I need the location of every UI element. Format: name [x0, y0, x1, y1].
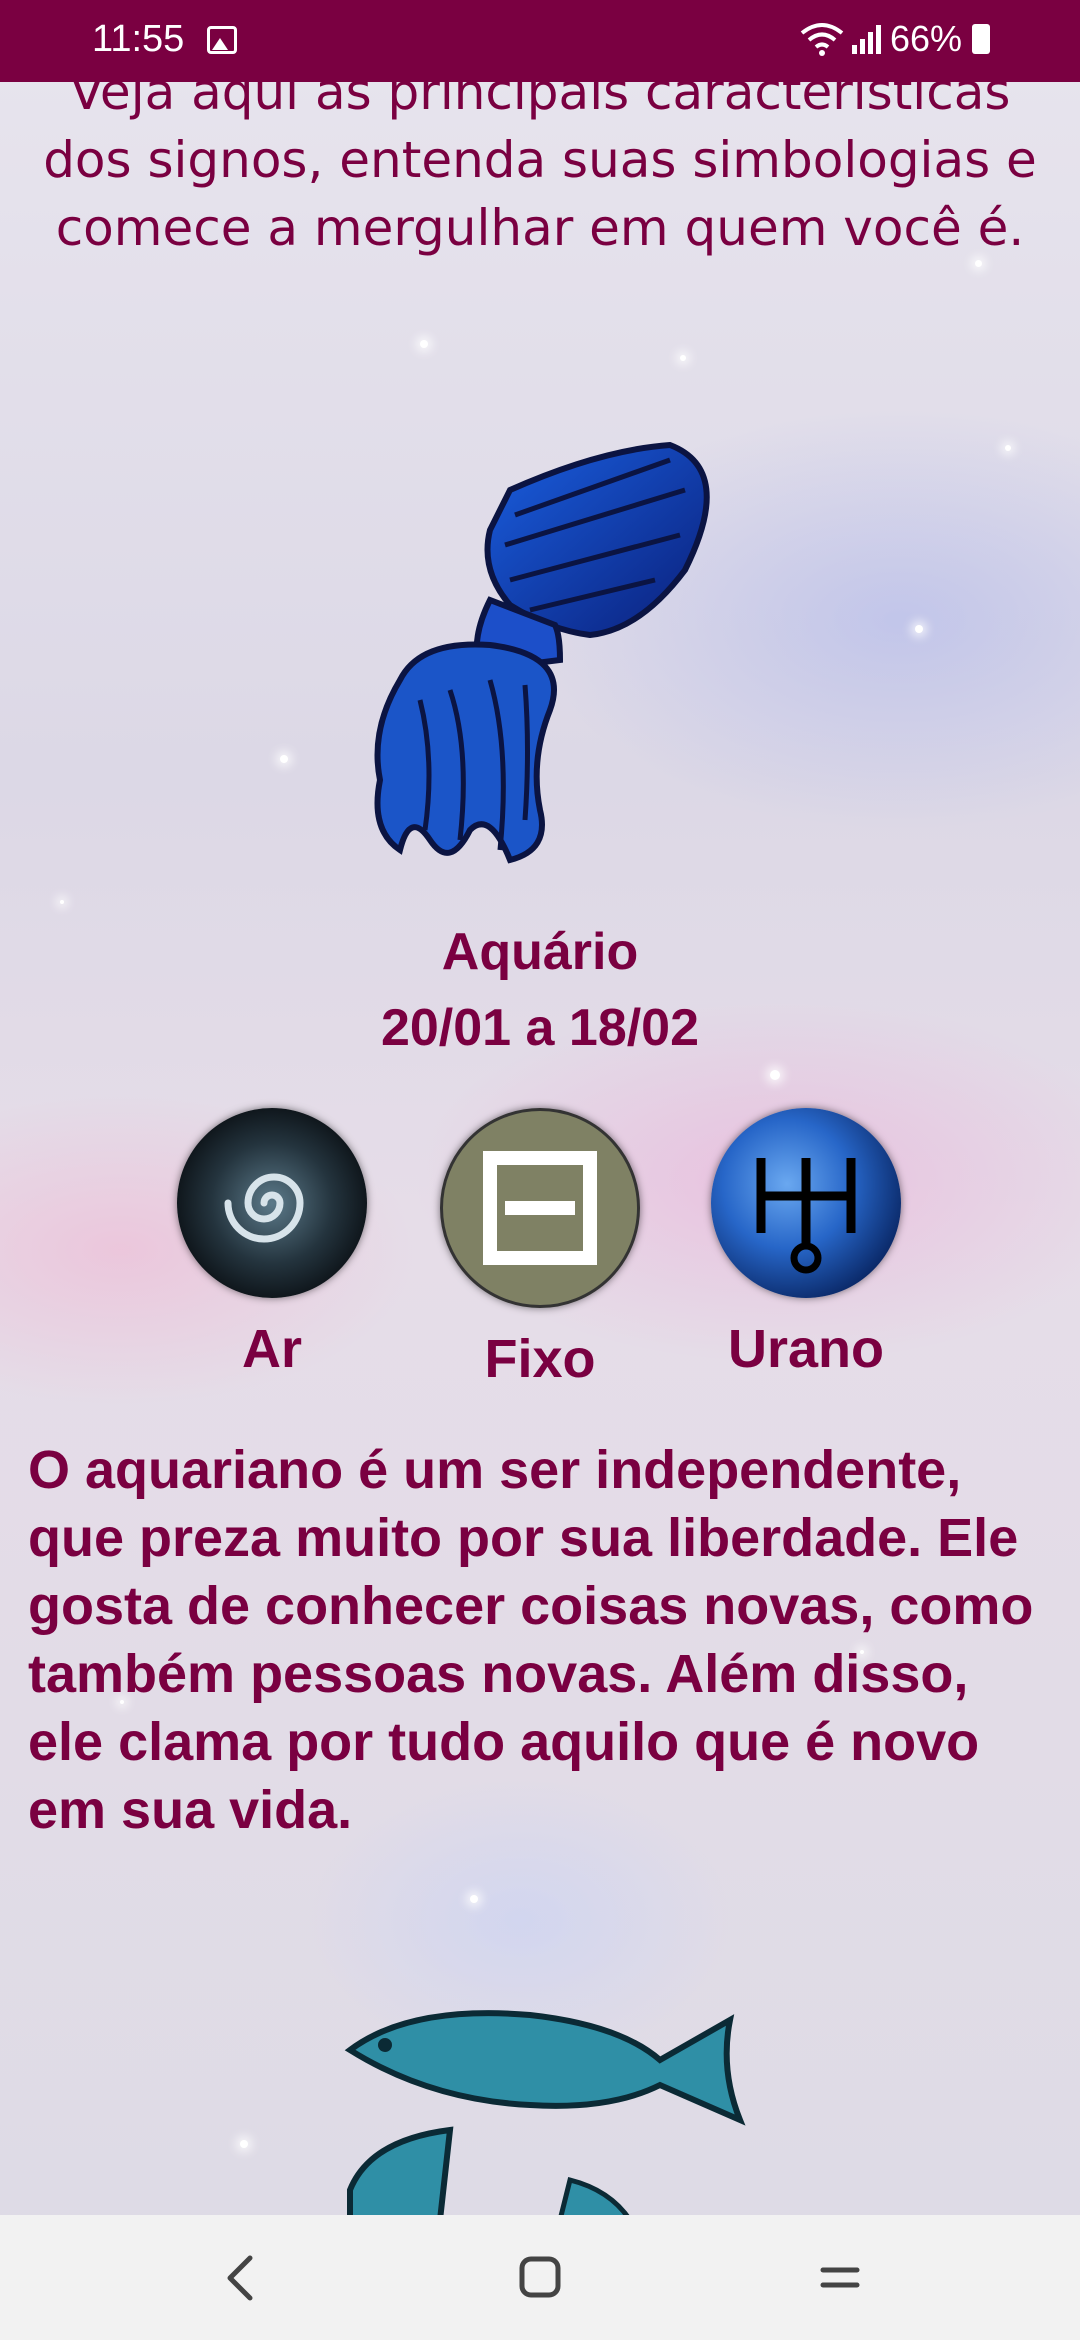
modality-attribute[interactable]: Fixo [430, 1108, 650, 1390]
intro-text: Veja aqui as principais características … [43, 63, 1037, 257]
uranus-planet-icon [711, 1108, 901, 1298]
status-time: 11:55 [92, 18, 185, 60]
battery-icon [972, 24, 990, 54]
status-bar: 11:55 66% [0, 0, 1080, 82]
star [1005, 445, 1011, 451]
star [60, 900, 64, 904]
battery-percent: 66% [889, 18, 962, 59]
element-attribute[interactable]: Ar [162, 1108, 382, 1380]
star [915, 625, 923, 633]
sign-name: Aquário [441, 923, 639, 981]
star [470, 1895, 478, 1903]
back-icon [227, 2255, 253, 2301]
planet-label: Urano [727, 1319, 884, 1379]
back-button[interactable] [195, 2240, 285, 2315]
air-element-icon [177, 1108, 367, 1298]
navigation-bar [0, 2215, 1080, 2340]
star [770, 1070, 780, 1080]
status-indicators: 66% [800, 18, 990, 60]
sign-description: O aquariano é um ser independente, que p… [28, 1440, 1034, 1840]
fixed-modality-icon [440, 1108, 640, 1308]
star [240, 2140, 248, 2148]
star [680, 355, 686, 361]
recents-icon [820, 2267, 860, 2288]
home-icon [519, 2256, 561, 2298]
star [420, 340, 428, 348]
pisces-fish-icon [344, 2010, 746, 2220]
sign-dates: 20/01 a 18/02 [380, 999, 700, 1057]
wifi-icon [800, 23, 844, 56]
planet-attribute[interactable]: Urano [696, 1108, 916, 1380]
gallery-notification-icon [207, 26, 237, 54]
modality-label: Fixo [484, 1329, 596, 1389]
recents-button[interactable] [795, 2240, 885, 2315]
star [280, 755, 288, 763]
signal-icon [851, 25, 881, 54]
element-label: Ar [241, 1319, 302, 1379]
home-button[interactable] [495, 2240, 585, 2315]
aquarius-vase-icon [374, 441, 710, 864]
